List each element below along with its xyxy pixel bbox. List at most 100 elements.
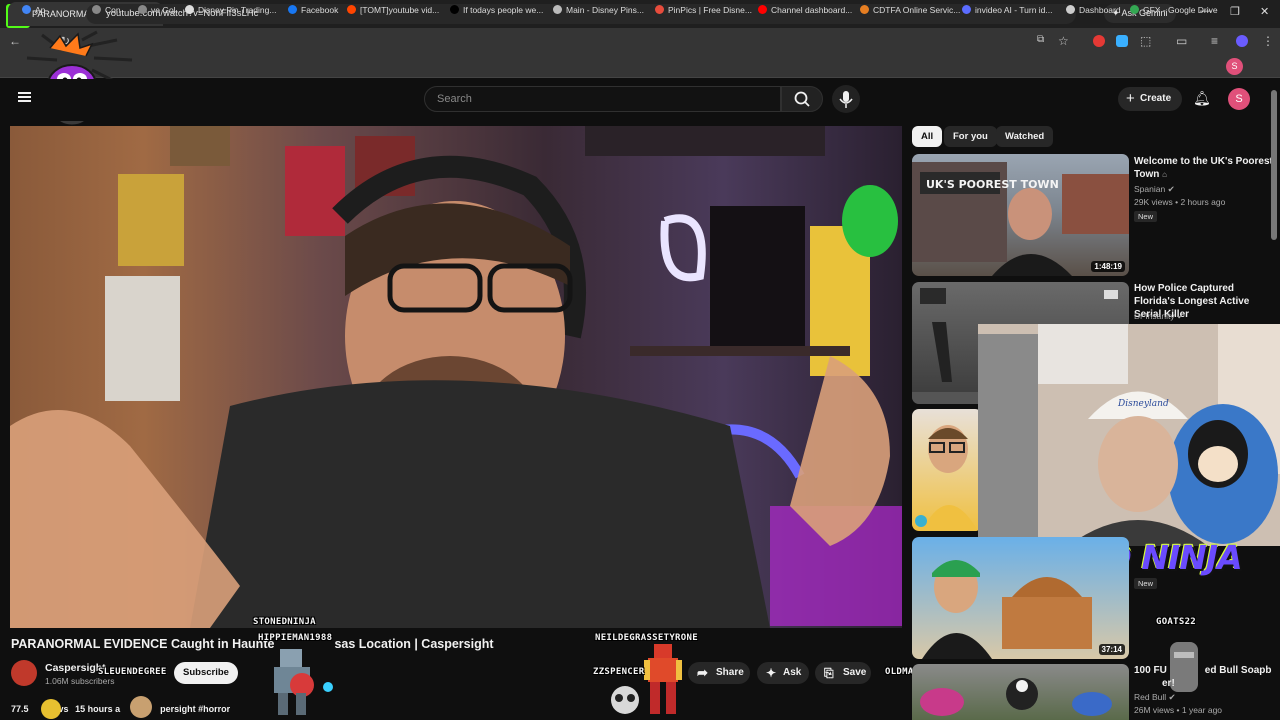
bookmark-item[interactable]: Channel dashboard...	[758, 5, 852, 15]
recommendation-title[interactable]: 100 FU ed Bull Soapb er!	[1134, 664, 1274, 690]
search-input[interactable]: Search	[424, 86, 781, 112]
overlay-username: GOATS22	[1156, 617, 1197, 627]
create-button[interactable]: + Create	[1118, 87, 1182, 111]
overlay-username: ZZSPENCER	[593, 667, 645, 677]
bookmark-item[interactable]: Disney Pin Trading...	[185, 5, 276, 15]
rec-channel-text: Dr Insanity	[1134, 311, 1175, 321]
bookmark-label: CDTFA Online Servic...	[873, 5, 961, 15]
search-icon	[794, 91, 810, 107]
channel-avatar[interactable]	[11, 660, 37, 686]
install-app-icon[interactable]: ⧉	[1037, 34, 1044, 45]
subscribe-button[interactable]: Subscribe	[174, 662, 238, 684]
recommendation-channel[interactable]: Dr Insanity ✔	[1134, 311, 1184, 322]
notifications-bell-icon[interactable]: 🔔︎	[1193, 90, 1211, 107]
bookmark-favicon-icon	[288, 5, 297, 14]
rec-channel-text: Spanian	[1134, 184, 1166, 194]
bookmark-item[interactable]: CDTFA Online Servic...	[860, 5, 960, 15]
recommendation-thumbnail[interactable]: 37:14	[912, 537, 1129, 659]
chip-all[interactable]: All	[912, 126, 943, 147]
bookmark-label: Main - Disney Pins...	[566, 5, 644, 15]
browser-profile-avatar[interactable]: S	[1226, 58, 1243, 75]
video-player[interactable]	[10, 126, 902, 628]
new-badge: New	[1134, 211, 1158, 222]
bookmark-label: [TOMT]youtube vid...	[360, 5, 440, 15]
rec-title-part3: er!	[1162, 678, 1175, 689]
share-label: Share	[716, 667, 744, 678]
duration-badge: 1:48:19	[1091, 261, 1125, 272]
media-control-icon[interactable]: ≡	[1211, 34, 1218, 48]
svg-text:Disneyland: Disneyland	[1117, 399, 1169, 409]
bookmark-item[interactable]: [TOMT]youtube vid...	[347, 5, 439, 15]
thumbnail-image	[920, 678, 1112, 716]
close-window-icon[interactable]: ✕	[1260, 5, 1269, 18]
tan-sprite	[130, 696, 152, 718]
bookmark-label: Facebook	[301, 5, 339, 15]
bookmark-item[interactable]: PinPics | Free Disne...	[655, 5, 752, 15]
bookmark-item[interactable]: Facebook	[288, 5, 338, 15]
bookmark-label: Con	[105, 5, 121, 15]
video-title-part1: PARANORMAL EVIDENCE Caught in Haunte	[11, 637, 275, 651]
thumbnail-image	[915, 425, 978, 531]
recommendation-title[interactable]: Welcome to the UK's Poorest Town ⌂	[1134, 155, 1274, 181]
extension-red-icon[interactable]	[1093, 35, 1105, 47]
verified-icon: ✔	[1167, 184, 1175, 194]
bookmark-item[interactable]: Dashboard	[1066, 5, 1121, 15]
verified-icon: ✔	[1177, 311, 1185, 321]
plus-icon: +	[1126, 90, 1135, 107]
bookmark-item[interactable]: ve Gol...	[138, 5, 183, 15]
recommendation-thumbnail[interactable]	[912, 409, 982, 531]
save-playlist-icon: ⎘	[824, 666, 834, 680]
subscriber-count: 1.06M subscribers	[45, 676, 115, 686]
ask-button[interactable]: ✦ Ask	[757, 662, 809, 684]
extension-purple-icon[interactable]	[1236, 35, 1248, 47]
bookmark-favicon-icon	[758, 5, 767, 14]
bookmark-label: PinPics | Free Disne...	[668, 5, 752, 15]
chip-watched[interactable]: Watched	[996, 126, 1054, 147]
bookmark-item[interactable]: Main - Disney Pins...	[553, 5, 644, 15]
bookmark-favicon-icon	[1066, 5, 1075, 14]
browser-menu-icon[interactable]: ⋮	[1262, 34, 1274, 48]
rec-title-text: Welcome to the UK's Poorest Town	[1134, 156, 1273, 180]
back-icon[interactable]: ←	[9, 34, 21, 48]
overlay-username: STONEDNINJA	[253, 617, 316, 627]
bookmark-favicon-icon	[962, 5, 971, 14]
hashtags: persight #horror	[160, 704, 231, 714]
sparkle-icon: ✦	[766, 666, 777, 680]
chip-for-you[interactable]: For you	[944, 126, 997, 147]
recommendation-channel[interactable]: Spanian ✔	[1134, 184, 1175, 195]
bookmark-star-icon[interactable]: ☆	[1058, 34, 1069, 48]
bookmark-favicon-icon	[450, 5, 459, 14]
streamer-webcam: Disneyland	[978, 324, 1280, 546]
bookmark-label: If todays people we...	[463, 5, 544, 15]
search-button[interactable]	[781, 86, 823, 112]
red-robot-sprite	[644, 644, 682, 714]
extension-blue-icon[interactable]	[1116, 35, 1128, 47]
bookmark-favicon-icon	[22, 5, 31, 14]
bookmark-favicon-icon	[1130, 5, 1139, 14]
bookmark-item[interactable]: Ap	[22, 5, 45, 15]
page-scrollbar[interactable]	[1271, 90, 1277, 240]
microphone-icon	[839, 91, 853, 108]
share-button[interactable]: ➦ Share	[688, 662, 750, 684]
extensions-puzzle-icon[interactable]: ⬚	[1140, 34, 1151, 48]
channel-name[interactable]: Caspersight	[45, 662, 106, 674]
bookmark-label: Disney Pin Trading...	[198, 5, 277, 15]
voice-search-button[interactable]	[832, 85, 860, 113]
bookmark-favicon-icon	[138, 5, 147, 14]
account-avatar[interactable]: S	[1228, 88, 1250, 110]
maximize-icon[interactable]: ❐	[1230, 5, 1240, 18]
bookmark-item[interactable]: GFX - Google Drive	[1130, 5, 1218, 15]
recommendation-thumbnail[interactable]	[912, 664, 1129, 720]
browser-toolbar	[0, 28, 1280, 56]
bookmark-item[interactable]: Con	[92, 5, 121, 15]
share-icon: ➦	[697, 665, 708, 680]
recommendation-channel[interactable]: Red Bull ✔	[1134, 692, 1176, 703]
tab-search-icon[interactable]: ▭	[1176, 34, 1187, 48]
hamburger-menu-icon[interactable]	[18, 92, 31, 102]
recommendation-thumbnail[interactable]: UK'S POOREST TOWN 1:48:19	[912, 154, 1129, 276]
bookmark-label: Ap	[35, 5, 46, 15]
bookmark-item[interactable]: If todays people we...	[450, 5, 543, 15]
flag-icon: ⌂	[1162, 170, 1167, 179]
save-button[interactable]: ⎘ Save	[815, 662, 871, 684]
bookmark-item[interactable]: invideo AI - Turn id...	[962, 5, 1052, 15]
